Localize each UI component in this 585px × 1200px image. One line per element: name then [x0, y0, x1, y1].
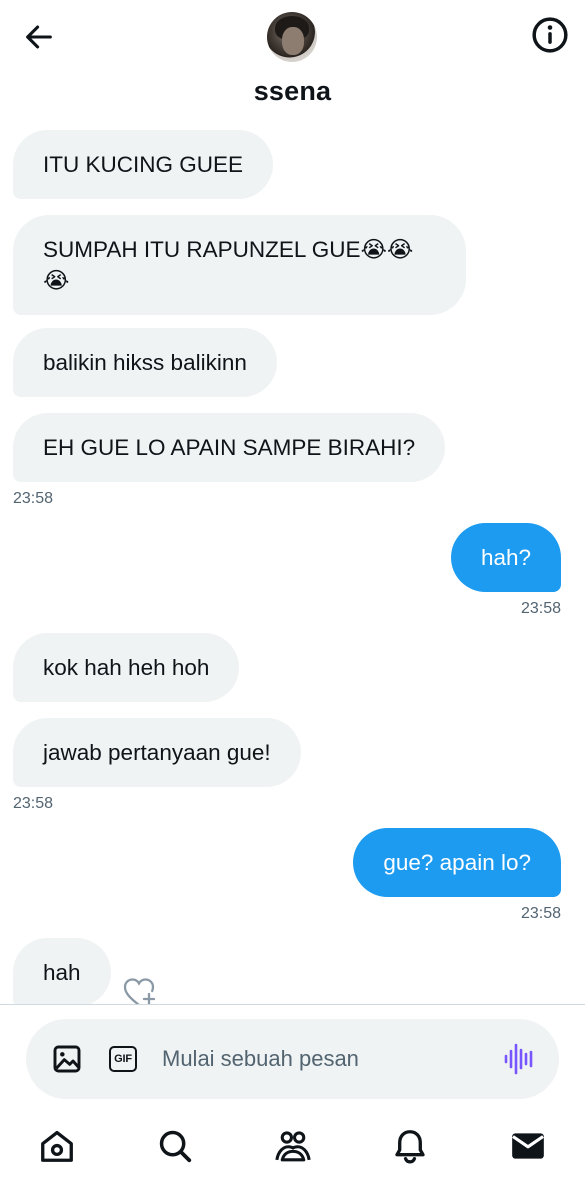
nav-home[interactable]: [24, 1110, 90, 1182]
message-timestamp: 23:58: [13, 490, 54, 507]
notifications-icon: [395, 1130, 425, 1164]
message-timestamp: 23:58: [13, 795, 54, 812]
gif-label: GIF: [114, 1053, 132, 1065]
info-button[interactable]: [529, 14, 571, 56]
communities-icon: [274, 1131, 311, 1162]
message-input[interactable]: [162, 1037, 482, 1081]
message-timestamp: 23:58: [520, 600, 561, 617]
add-reaction-button[interactable]: [122, 976, 160, 1004]
message-bubble-incoming[interactable]: hah: [13, 938, 111, 1004]
message-bubble-incoming[interactable]: SUMPAH ITU RAPUNZEL GUE😭😭😭: [13, 215, 466, 315]
conversation-username[interactable]: ssena: [0, 76, 585, 107]
avatar-face: [282, 27, 304, 55]
message-bubble-outgoing[interactable]: hah?: [450, 523, 561, 592]
nav-search[interactable]: [142, 1110, 208, 1182]
nav-notifications[interactable]: [377, 1110, 443, 1182]
add-photo-button[interactable]: [50, 1042, 84, 1076]
message-timestamp: 23:58: [520, 905, 561, 922]
thread-top-fade: [0, 118, 585, 126]
conversation-header: ssena: [0, 0, 585, 118]
heart-plus-icon: [123, 978, 156, 1004]
gif-icon: GIF: [109, 1046, 137, 1072]
voice-message-button[interactable]: [499, 1039, 539, 1079]
message-bubble-outgoing[interactable]: gue? apain lo?: [353, 828, 561, 897]
avatar[interactable]: [267, 12, 317, 62]
search-icon: [159, 1130, 191, 1163]
nav-communities[interactable]: [260, 1110, 326, 1182]
message-bubble-incoming[interactable]: EH GUE LO APAIN SAMPE BIRAHI?: [13, 413, 446, 482]
message-bubble-incoming[interactable]: kok hah heh hoh: [13, 633, 240, 702]
info-icon: [532, 17, 568, 53]
dm-conversation-screen: ssena ITU KUCING GUEE SUMPAH ITU RAPUNZE…: [0, 0, 585, 1200]
home-icon: [41, 1130, 73, 1162]
voice-waveform-icon: [504, 1043, 533, 1075]
nav-messages[interactable]: [495, 1110, 561, 1182]
message-bubble-incoming[interactable]: ITU KUCING GUEE: [13, 130, 274, 199]
message-bubble-incoming[interactable]: balikin hikss balikinn: [13, 328, 277, 397]
arrow-left-icon: [26, 25, 52, 49]
composer-divider: [0, 1004, 585, 1005]
back-button[interactable]: [18, 16, 60, 58]
add-gif-button[interactable]: GIF: [106, 1042, 140, 1076]
message-thread[interactable]: ITU KUCING GUEE SUMPAH ITU RAPUNZEL GUE😭…: [0, 118, 585, 1004]
messages-icon: [512, 1133, 544, 1159]
image-icon: [53, 1045, 81, 1073]
bottom-navigation: [0, 1110, 585, 1200]
message-bubble-incoming[interactable]: jawab pertanyaan gue!: [13, 718, 301, 787]
message-composer: GIF: [26, 1019, 559, 1099]
